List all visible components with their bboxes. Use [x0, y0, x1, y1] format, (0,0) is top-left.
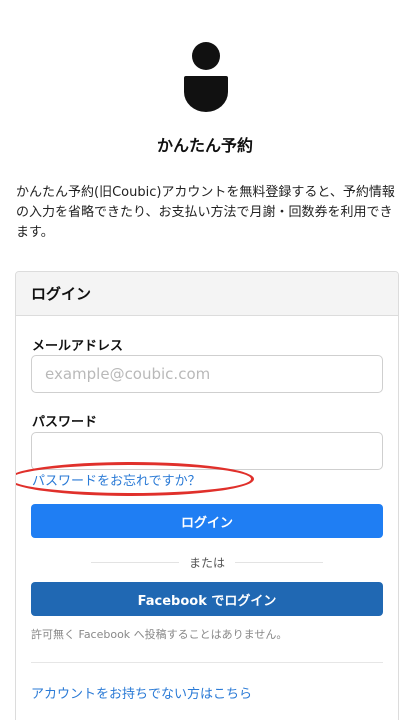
- email-input[interactable]: [31, 355, 383, 393]
- logo-head-shape: [192, 42, 220, 70]
- divider-text: または: [178, 554, 236, 571]
- card-header: ログイン: [16, 272, 398, 316]
- password-input[interactable]: [31, 432, 383, 470]
- app-title: かんたん予約: [156, 136, 253, 155]
- person-logo-icon: [183, 40, 229, 114]
- login-card: ログイン メールアドレス パスワード パスワードをお忘れですか？ ログイン また…: [15, 271, 399, 720]
- or-divider: または: [91, 554, 323, 571]
- login-button[interactable]: ログイン: [31, 504, 383, 538]
- intro-line: の入力を省略できたり、お支払い方法で月謝・回数券を利用でき: [16, 205, 393, 220]
- intro-text: かんたん予約(旧Coubic)アカウントを無料登録すると、予約情報 の入力を省略…: [16, 183, 396, 243]
- password-label: パスワード: [32, 415, 98, 430]
- signup-link[interactable]: アカウントをお持ちでない方はこちら: [31, 683, 252, 702]
- intro-line: ます。: [16, 225, 54, 240]
- facebook-login-button[interactable]: Facebook でログイン: [31, 582, 383, 616]
- intro-line: かんたん予約(旧Coubic)アカウントを無料登録すると、予約情報: [16, 185, 395, 200]
- logo-body-shape: [184, 76, 228, 112]
- login-page: かんたん予約 かんたん予約(旧Coubic)アカウントを無料登録すると、予約情報…: [0, 0, 410, 720]
- section-divider: [31, 662, 383, 663]
- facebook-note: 許可無く Facebook へ投稿することはありません。: [31, 628, 288, 641]
- forgot-password-link[interactable]: パスワードをお忘れですか？: [32, 470, 201, 489]
- email-label: メールアドレス: [32, 339, 124, 354]
